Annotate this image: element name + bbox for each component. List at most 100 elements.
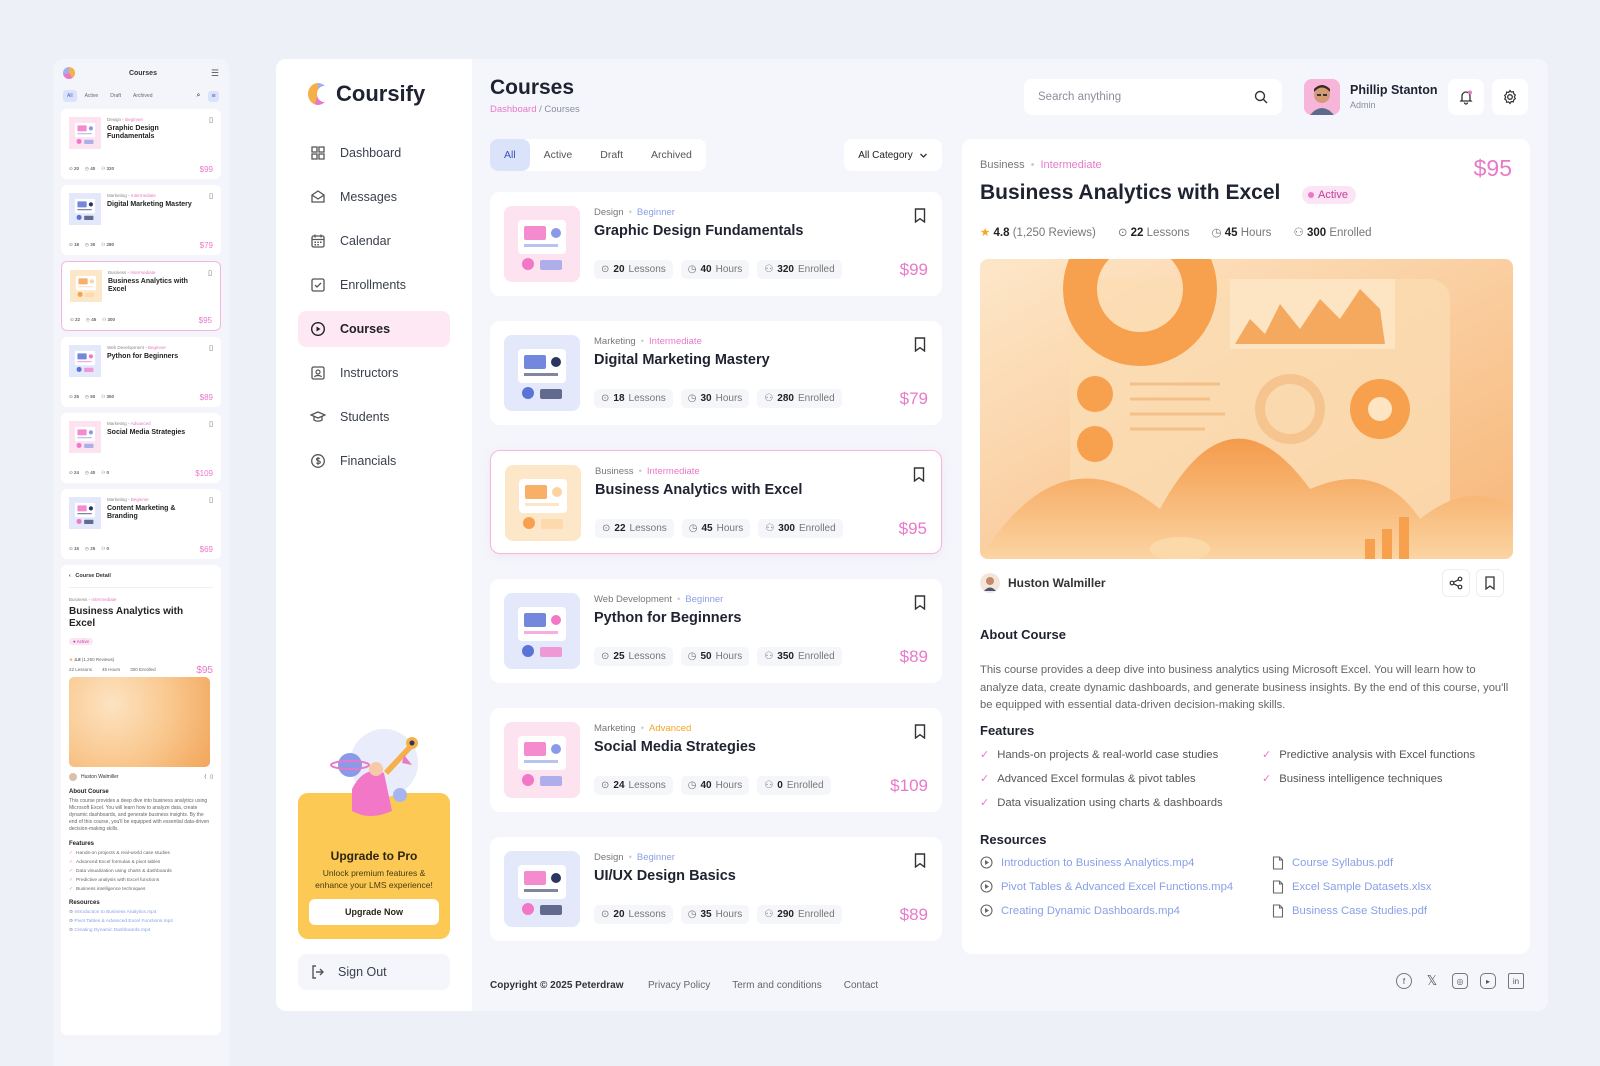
mobile-course-category: Marketing • Intermediate [107, 193, 156, 198]
mobile-course-card[interactable]: Design • Beginner Graphic Design Fundame… [61, 109, 221, 179]
course-price: $79 [899, 389, 928, 408]
course-card[interactable]: Business • Intermediate Business Analytics… [490, 450, 942, 554]
x-icon[interactable]: 𝕏 [1424, 973, 1440, 989]
course-card[interactable]: Marketing • Intermediate Digital Marketing… [490, 321, 942, 425]
resource-video-link[interactable]: Introduction to Business Analytics.mp4 [980, 856, 1194, 869]
bookmark-icon[interactable] [914, 853, 926, 868]
mobile-tab-archived[interactable]: Archived [129, 90, 156, 102]
bookmark-icon[interactable] [914, 337, 926, 352]
mobile-bookmark-icon[interactable]: ▯ [209, 116, 213, 124]
bookmark-button[interactable] [1476, 569, 1504, 597]
course-card[interactable]: Marketing • Advanced Social Media Strategi… [490, 708, 942, 812]
mobile-course-category: Web Development • Beginner [107, 345, 167, 350]
mobile-search-icon[interactable]: ⌕ [193, 91, 204, 102]
mobile-resource-link[interactable]: ⊙ Pivot Tables & Advanced Excel Function… [69, 919, 213, 924]
play-circle-icon: ⊙ [1117, 227, 1128, 239]
sidebar-item-students[interactable]: Students [298, 399, 450, 435]
youtube-icon[interactable]: ▸ [1480, 973, 1496, 989]
sidebar-item-enrollments[interactable]: Enrollments [298, 267, 450, 303]
mobile-tab-all[interactable]: All [63, 90, 77, 102]
mobile-resource-link[interactable]: ⊙ Introduction to Business Analytics.mp4 [69, 910, 213, 915]
mobile-course-stats: ⊙ 22 ◷ 45 ⚇ 300 [70, 317, 116, 322]
facebook-icon[interactable]: f [1396, 973, 1412, 989]
course-card[interactable]: Design • Beginner UI/UX Design Basics ⊙ 20 L… [490, 837, 942, 941]
mobile-bookmark-icon[interactable]: ▯ [209, 420, 213, 428]
mobile-tab-active[interactable]: Active [81, 90, 103, 102]
terms-link[interactable]: Term and conditions [732, 980, 822, 991]
breadcrumb-current: Courses [544, 104, 580, 115]
notifications-button[interactable] [1448, 79, 1484, 115]
course-thumbnail [504, 206, 580, 282]
sidebar-item-instructors[interactable]: Instructors [298, 355, 450, 391]
mobile-bookmark-icon[interactable]: ▯ [208, 269, 212, 277]
mobile-course-card[interactable]: Marketing • Intermediate Digital Marketi… [61, 185, 221, 255]
mobile-course-name: Python for Beginners [107, 353, 179, 360]
users-icon: ⚇ [764, 264, 774, 275]
detail-stats: ★ 4.8 (1,250 Reviews) ⊙ 22 Lessons ◷ 45 … [980, 225, 1372, 239]
sidebar-item-courses[interactable]: Courses [298, 311, 450, 347]
sign-out-button[interactable]: Sign Out [298, 954, 450, 990]
mobile-bookmark-icon[interactable]: ▯ [209, 344, 213, 352]
tab-active[interactable]: Active [530, 139, 587, 171]
mobile-course-card[interactable]: Marketing • Beginner Content Marketing &… [61, 489, 221, 559]
bookmark-icon[interactable] [914, 724, 926, 739]
resource-video-link[interactable]: Creating Dynamic Dashboards.mp4 [980, 904, 1180, 917]
users-icon: ⚇ [764, 651, 774, 662]
course-category: Marketing • Advanced [594, 723, 692, 734]
mobile-course-card[interactable]: Marketing • Advanced Social Media Strate… [61, 413, 221, 483]
sidebar-item-financials[interactable]: Financials [298, 443, 450, 479]
mobile-course-category: Business • Intermediate [108, 270, 156, 275]
tab-archived[interactable]: Archived [637, 139, 706, 171]
share-button[interactable] [1442, 569, 1470, 597]
instructor[interactable]: Huston Walmiller [980, 573, 1106, 593]
tab-all[interactable]: All [490, 139, 530, 171]
mobile-course-card[interactable]: Business • Intermediate Business Analyti… [61, 261, 221, 331]
brand[interactable]: Coursify [308, 81, 425, 107]
bookmark-icon[interactable] [914, 208, 926, 223]
contact-link[interactable]: Contact [844, 980, 878, 991]
bookmark-icon[interactable] [913, 467, 925, 482]
mobile-bookmark-icon[interactable]: ▯ [209, 192, 213, 200]
mobile-tab-draft[interactable]: Draft [106, 90, 125, 102]
bookmark-icon[interactable] [914, 595, 926, 610]
users-icon: ⚇ [764, 780, 774, 791]
enrolled-count: ⚇ 320 Enrolled [757, 260, 842, 279]
mobile-course-stats: ⊙ 18 ◷ 30 ⚇ 280 [69, 242, 115, 247]
user-avatar[interactable] [1304, 79, 1340, 115]
sidebar-item-dashboard[interactable]: Dashboard [298, 135, 450, 171]
upgrade-now-button[interactable]: Upgrade Now [309, 899, 439, 925]
check-icon: ✓ [69, 878, 74, 883]
mobile-course-price: $89 [199, 393, 213, 402]
linkedin-icon[interactable]: in [1508, 973, 1524, 989]
mobile-course-card[interactable]: Web Development • Beginner Python for Be… [61, 337, 221, 407]
mobile-back-button[interactable]: ‹ Course Detail [69, 573, 213, 588]
mobile-bookmark-icon[interactable]: ▯ [210, 774, 213, 780]
course-card[interactable]: Web Development • Beginner Python for Begi… [490, 579, 942, 683]
privacy-policy-link[interactable]: Privacy Policy [648, 980, 710, 991]
mobile-filter-icon[interactable]: ≡ [208, 90, 219, 102]
hamburger-menu-icon[interactable]: ☰ [211, 68, 219, 79]
course-thumbnail [504, 851, 580, 927]
course-thumbnail-image [504, 722, 580, 798]
breadcrumb-dashboard-link[interactable]: Dashboard [490, 104, 536, 115]
instagram-icon[interactable]: ◎ [1452, 973, 1468, 989]
resource-file-link[interactable]: Course Syllabus.pdf [1272, 856, 1393, 870]
checkbox-icon [311, 278, 325, 292]
tab-draft[interactable]: Draft [586, 139, 637, 171]
calendar-icon [311, 234, 325, 248]
sidebar-item-calendar[interactable]: Calendar [298, 223, 450, 259]
sidebar-item-messages[interactable]: Messages [298, 179, 450, 215]
mobile-course-thumbnail [69, 193, 101, 225]
mobile-bookmark-icon[interactable]: ▯ [209, 496, 213, 504]
search-input[interactable]: Search anything [1024, 79, 1282, 115]
mobile-share-icon[interactable]: ⟨ [204, 774, 206, 780]
category-select[interactable]: All Category [844, 139, 942, 171]
search-icon[interactable] [1254, 90, 1268, 104]
resource-file-link[interactable]: Business Case Studies.pdf [1272, 904, 1427, 918]
settings-button[interactable] [1492, 79, 1528, 115]
resource-file-link[interactable]: Excel Sample Datasets.xlsx [1272, 880, 1431, 894]
mobile-resource-link[interactable]: ⊙ Creating Dynamic Dashboards.mp4 [69, 928, 213, 933]
play-circle-icon: ⊙ [601, 780, 610, 791]
course-card[interactable]: Design • Beginner Graphic Design Fundament… [490, 192, 942, 296]
resource-video-link[interactable]: Pivot Tables & Advanced Excel Functions.… [980, 880, 1233, 893]
